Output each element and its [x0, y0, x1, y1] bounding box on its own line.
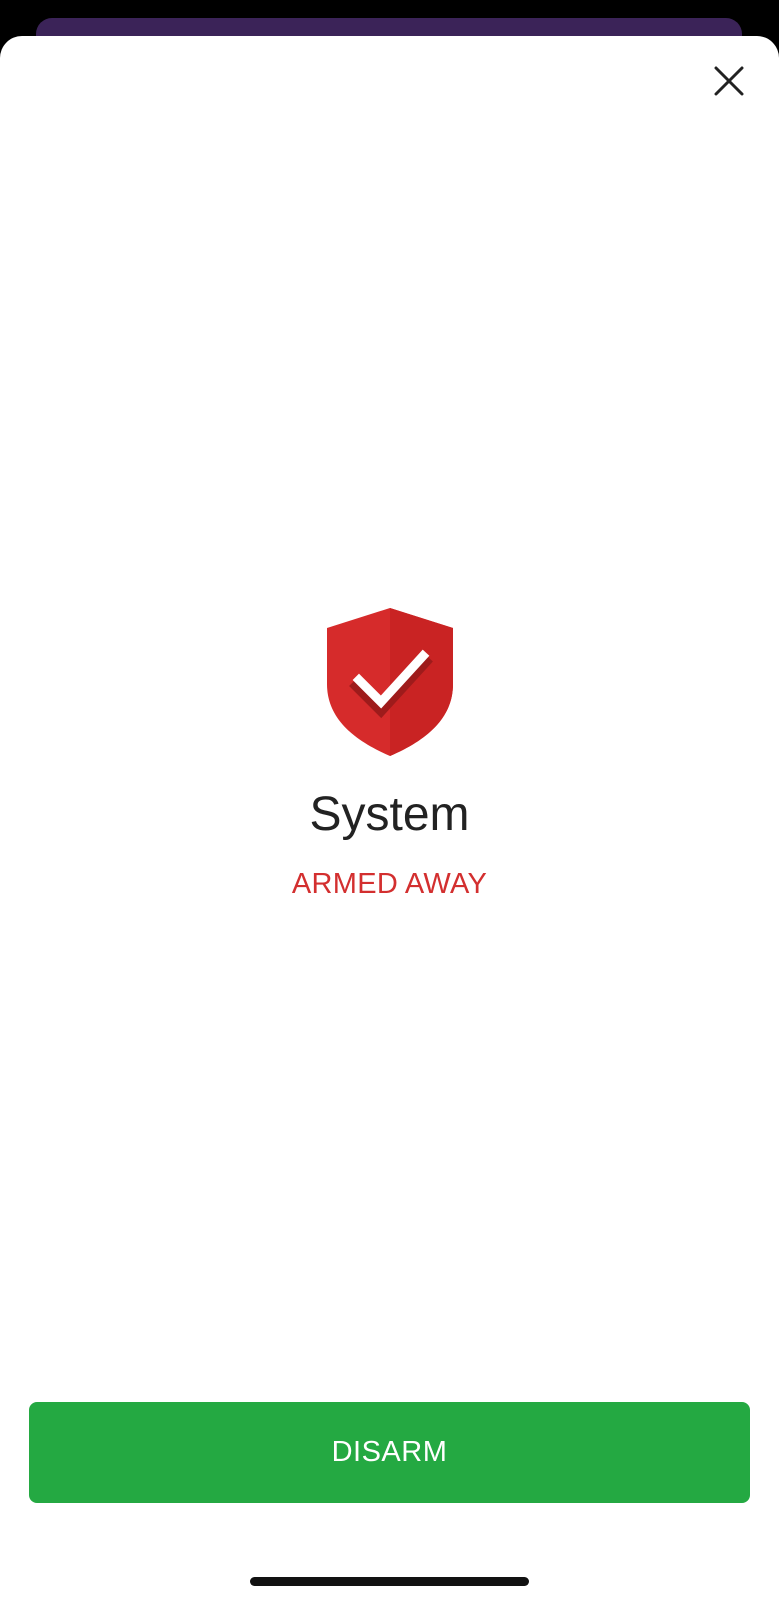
close-button[interactable] [700, 58, 758, 104]
close-icon [714, 66, 744, 96]
shield-check-icon [327, 608, 453, 756]
system-title: System [309, 788, 470, 841]
home-indicator[interactable] [250, 1577, 529, 1586]
screen: System ARMED AWAY DISARM [0, 0, 779, 1600]
arm-status-label: ARMED AWAY [291, 868, 488, 900]
disarm-button[interactable]: DISARM [29, 1402, 750, 1503]
